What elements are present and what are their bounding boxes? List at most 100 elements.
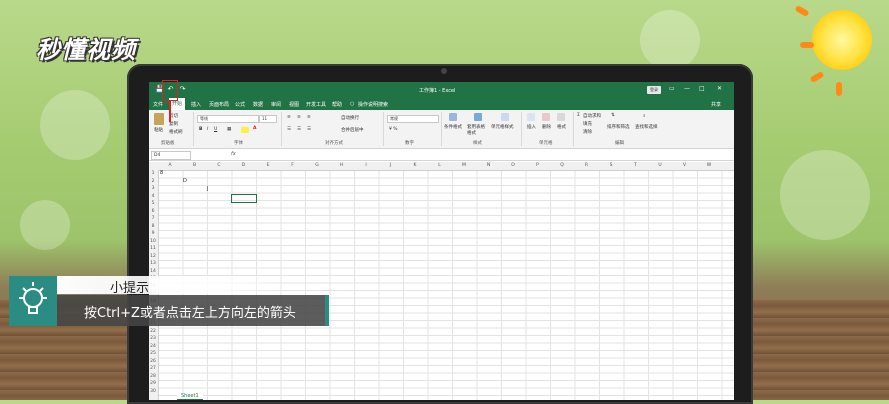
row-header[interactable]: 22 (149, 329, 157, 334)
row-header[interactable]: 30 (149, 389, 157, 394)
tab-view[interactable]: 视图 (289, 101, 299, 108)
row-header[interactable]: 28 (149, 374, 157, 379)
find-select-icon[interactable]: ⌕ (643, 113, 646, 119)
insert-cells-icon[interactable] (527, 113, 535, 121)
column-header[interactable]: H (330, 163, 354, 168)
merge-center-button[interactable]: 合并后居中 (341, 127, 364, 133)
row-header[interactable]: 13 (149, 261, 157, 266)
column-header[interactable]: T (624, 163, 648, 168)
row-header[interactable]: 14 (149, 269, 157, 274)
ribbon-display-icon[interactable]: ▭ (669, 85, 675, 92)
row-header[interactable]: 2 (149, 179, 157, 184)
cell-styles-button[interactable]: 单元格样式 (491, 124, 514, 130)
tab-formulas[interactable]: 公式 (235, 101, 245, 108)
login-button[interactable]: 登录 (647, 86, 661, 94)
tell-me-search[interactable]: 操作说明搜索 (358, 101, 388, 108)
row-header[interactable]: 9 (149, 231, 157, 236)
italic-button[interactable]: I (207, 127, 208, 132)
tab-page-layout[interactable]: 页面布局 (209, 101, 229, 108)
format-cells-button[interactable]: 格式 (557, 124, 566, 130)
maximize-icon[interactable]: □ (699, 85, 705, 92)
fx-icon[interactable]: fx (231, 151, 236, 157)
conditional-format-icon[interactable] (449, 113, 457, 121)
column-header[interactable]: B (183, 163, 207, 168)
column-header[interactable]: L (428, 163, 452, 168)
border-icon[interactable]: ▦ (227, 127, 231, 132)
column-header[interactable]: V (673, 163, 697, 168)
row-header[interactable]: 24 (149, 344, 157, 349)
column-header[interactable]: J (379, 163, 403, 168)
save-icon[interactable]: 💾 (155, 86, 164, 93)
column-header[interactable]: S (599, 163, 623, 168)
underline-button[interactable]: U (214, 127, 217, 132)
cell-a1[interactable]: 8 (160, 170, 163, 176)
format-painter-button[interactable]: 格式刷 (169, 129, 183, 135)
tab-file[interactable]: 文件 (153, 101, 163, 108)
align-bottom-icon[interactable]: ≡ (307, 115, 311, 120)
column-header[interactable]: R (575, 163, 599, 168)
font-size-select[interactable]: 11 (259, 115, 277, 123)
cell-styles-icon[interactable] (501, 113, 509, 121)
table-format-icon[interactable] (474, 113, 482, 121)
column-header[interactable]: K (403, 163, 427, 168)
row-header[interactable]: 6 (149, 209, 157, 214)
row-header[interactable]: 10 (149, 239, 157, 244)
row-header[interactable]: 29 (149, 381, 157, 386)
row-header[interactable]: 25 (149, 351, 157, 356)
currency-icon[interactable]: ¥ % (389, 127, 398, 132)
share-button[interactable]: 共享 (711, 101, 721, 108)
close-icon[interactable]: ✕ (717, 85, 722, 92)
row-header[interactable]: 23 (149, 336, 157, 341)
row-header[interactable]: 27 (149, 366, 157, 371)
minimize-icon[interactable]: — (684, 85, 690, 92)
tab-review[interactable]: 审阅 (271, 101, 281, 108)
column-header[interactable]: P (526, 163, 550, 168)
tab-insert[interactable]: 插入 (191, 101, 201, 108)
row-header[interactable]: 8 (149, 224, 157, 229)
paste-icon[interactable] (154, 113, 164, 125)
number-format-select[interactable]: 常规 (387, 115, 439, 123)
sort-filter-button[interactable]: 排序和筛选 (607, 124, 630, 130)
tab-help[interactable]: 帮助 (332, 101, 342, 108)
tab-data[interactable]: 数据 (253, 101, 263, 108)
column-header[interactable]: M (452, 163, 476, 168)
fill-color-icon[interactable] (241, 127, 249, 133)
find-select-button[interactable]: 查找和选择 (635, 124, 658, 130)
column-header[interactable]: E (256, 163, 280, 168)
column-header[interactable]: I (354, 163, 378, 168)
sigma-icon[interactable]: Σ (577, 113, 580, 118)
insert-cells-button[interactable]: 插入 (527, 124, 536, 130)
name-box[interactable]: D4 (151, 151, 191, 160)
format-cells-icon[interactable] (557, 113, 565, 121)
row-header[interactable]: 1 (149, 171, 157, 176)
row-header[interactable]: 12 (149, 254, 157, 259)
font-color-icon[interactable]: A (253, 126, 256, 131)
column-header[interactable]: G (305, 163, 329, 168)
align-top-icon[interactable]: ≡ (287, 115, 291, 120)
column-header[interactable]: N (477, 163, 501, 168)
wrap-text-button[interactable]: 自动换行 (341, 115, 359, 121)
column-header[interactable]: W (697, 163, 721, 168)
column-header[interactable]: C (207, 163, 231, 168)
align-center-icon[interactable]: ☰ (297, 127, 301, 132)
row-header[interactable]: 5 (149, 201, 157, 206)
delete-cells-icon[interactable] (542, 113, 550, 121)
column-header[interactable]: O (501, 163, 525, 168)
align-right-icon[interactable]: ☰ (307, 127, 311, 132)
clear-button[interactable]: 清除 (583, 129, 592, 135)
bold-button[interactable]: B (199, 127, 202, 132)
column-header[interactable]: F (281, 163, 305, 168)
cell-b2[interactable]: D (183, 178, 187, 184)
row-header[interactable]: 4 (149, 194, 157, 199)
autosum-button[interactable]: 自动求和 (583, 113, 601, 119)
conditional-format-button[interactable]: 条件格式 (444, 124, 462, 130)
row-header[interactable]: 26 (149, 359, 157, 364)
font-name-select[interactable]: 等线 (197, 115, 259, 123)
delete-cells-button[interactable]: 删除 (542, 124, 551, 130)
tab-developer[interactable]: 开发工具 (306, 101, 326, 108)
column-header[interactable]: D (232, 163, 256, 168)
align-middle-icon[interactable]: ≡ (297, 115, 301, 120)
fill-button[interactable]: 填充 (583, 121, 592, 127)
cell-c3[interactable]: J (207, 186, 208, 192)
paste-button[interactable]: 粘贴 (154, 127, 163, 133)
